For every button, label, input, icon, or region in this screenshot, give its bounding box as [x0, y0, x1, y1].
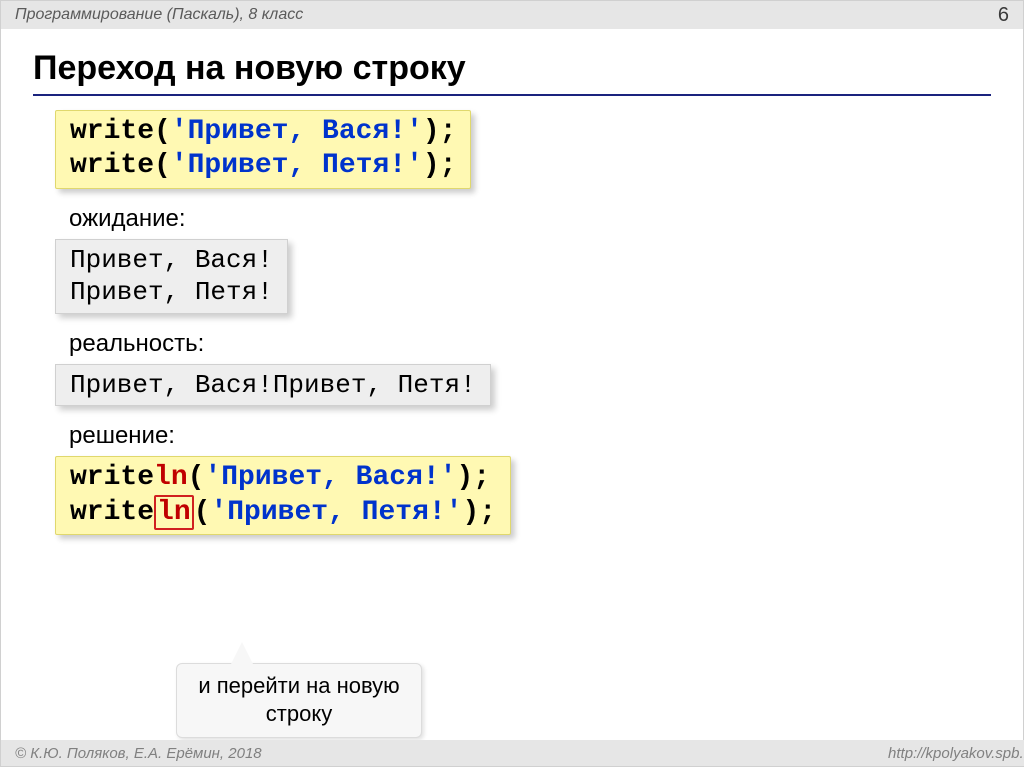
highlight-ln: ln: [154, 495, 194, 530]
footer-bar: © К.Ю. Поляков, Е.А. Ерёмин, 2018 http:/…: [1, 740, 1024, 766]
code-line: writeln('Привет, Петя!');: [70, 496, 496, 530]
output-expect: Привет, Вася! Привет, Петя!: [55, 239, 288, 314]
code-line: writeln('Привет, Вася!');: [70, 461, 496, 495]
code-line: write('Привет, Вася!');: [70, 115, 456, 149]
output-line: Привет, Петя!: [70, 276, 273, 309]
callout-bubble: и перейти на новую строку: [176, 663, 422, 738]
output-real: Привет, Вася!Привет, Петя!: [55, 364, 491, 407]
slide-title: Переход на новую строку: [33, 49, 1023, 88]
label-sol: решение:: [69, 422, 1023, 450]
code-line: write('Привет, Петя!');: [70, 149, 456, 183]
code-block-writeln: writeln('Привет, Вася!'); writeln('Приве…: [55, 456, 511, 535]
label-real: реальность:: [69, 330, 1023, 358]
page-number: 6: [998, 4, 1009, 27]
code-block-write: write('Привет, Вася!'); write('Привет, П…: [55, 110, 471, 189]
footer-url: http://kpolyakov.spb.ru: [888, 745, 1024, 762]
label-expect: ожидание:: [69, 205, 1023, 233]
header-title: Программирование (Паскаль), 8 класс: [15, 6, 303, 24]
footer-credits: © К.Ю. Поляков, Е.А. Ерёмин, 2018: [15, 745, 262, 762]
content-area: write('Привет, Вася!'); write('Привет, П…: [1, 96, 1023, 535]
header-bar: Программирование (Паскаль), 8 класс 6: [1, 1, 1023, 29]
slide: Программирование (Паскаль), 8 класс 6 Пе…: [0, 0, 1024, 767]
output-line: Привет, Вася!: [70, 244, 273, 277]
